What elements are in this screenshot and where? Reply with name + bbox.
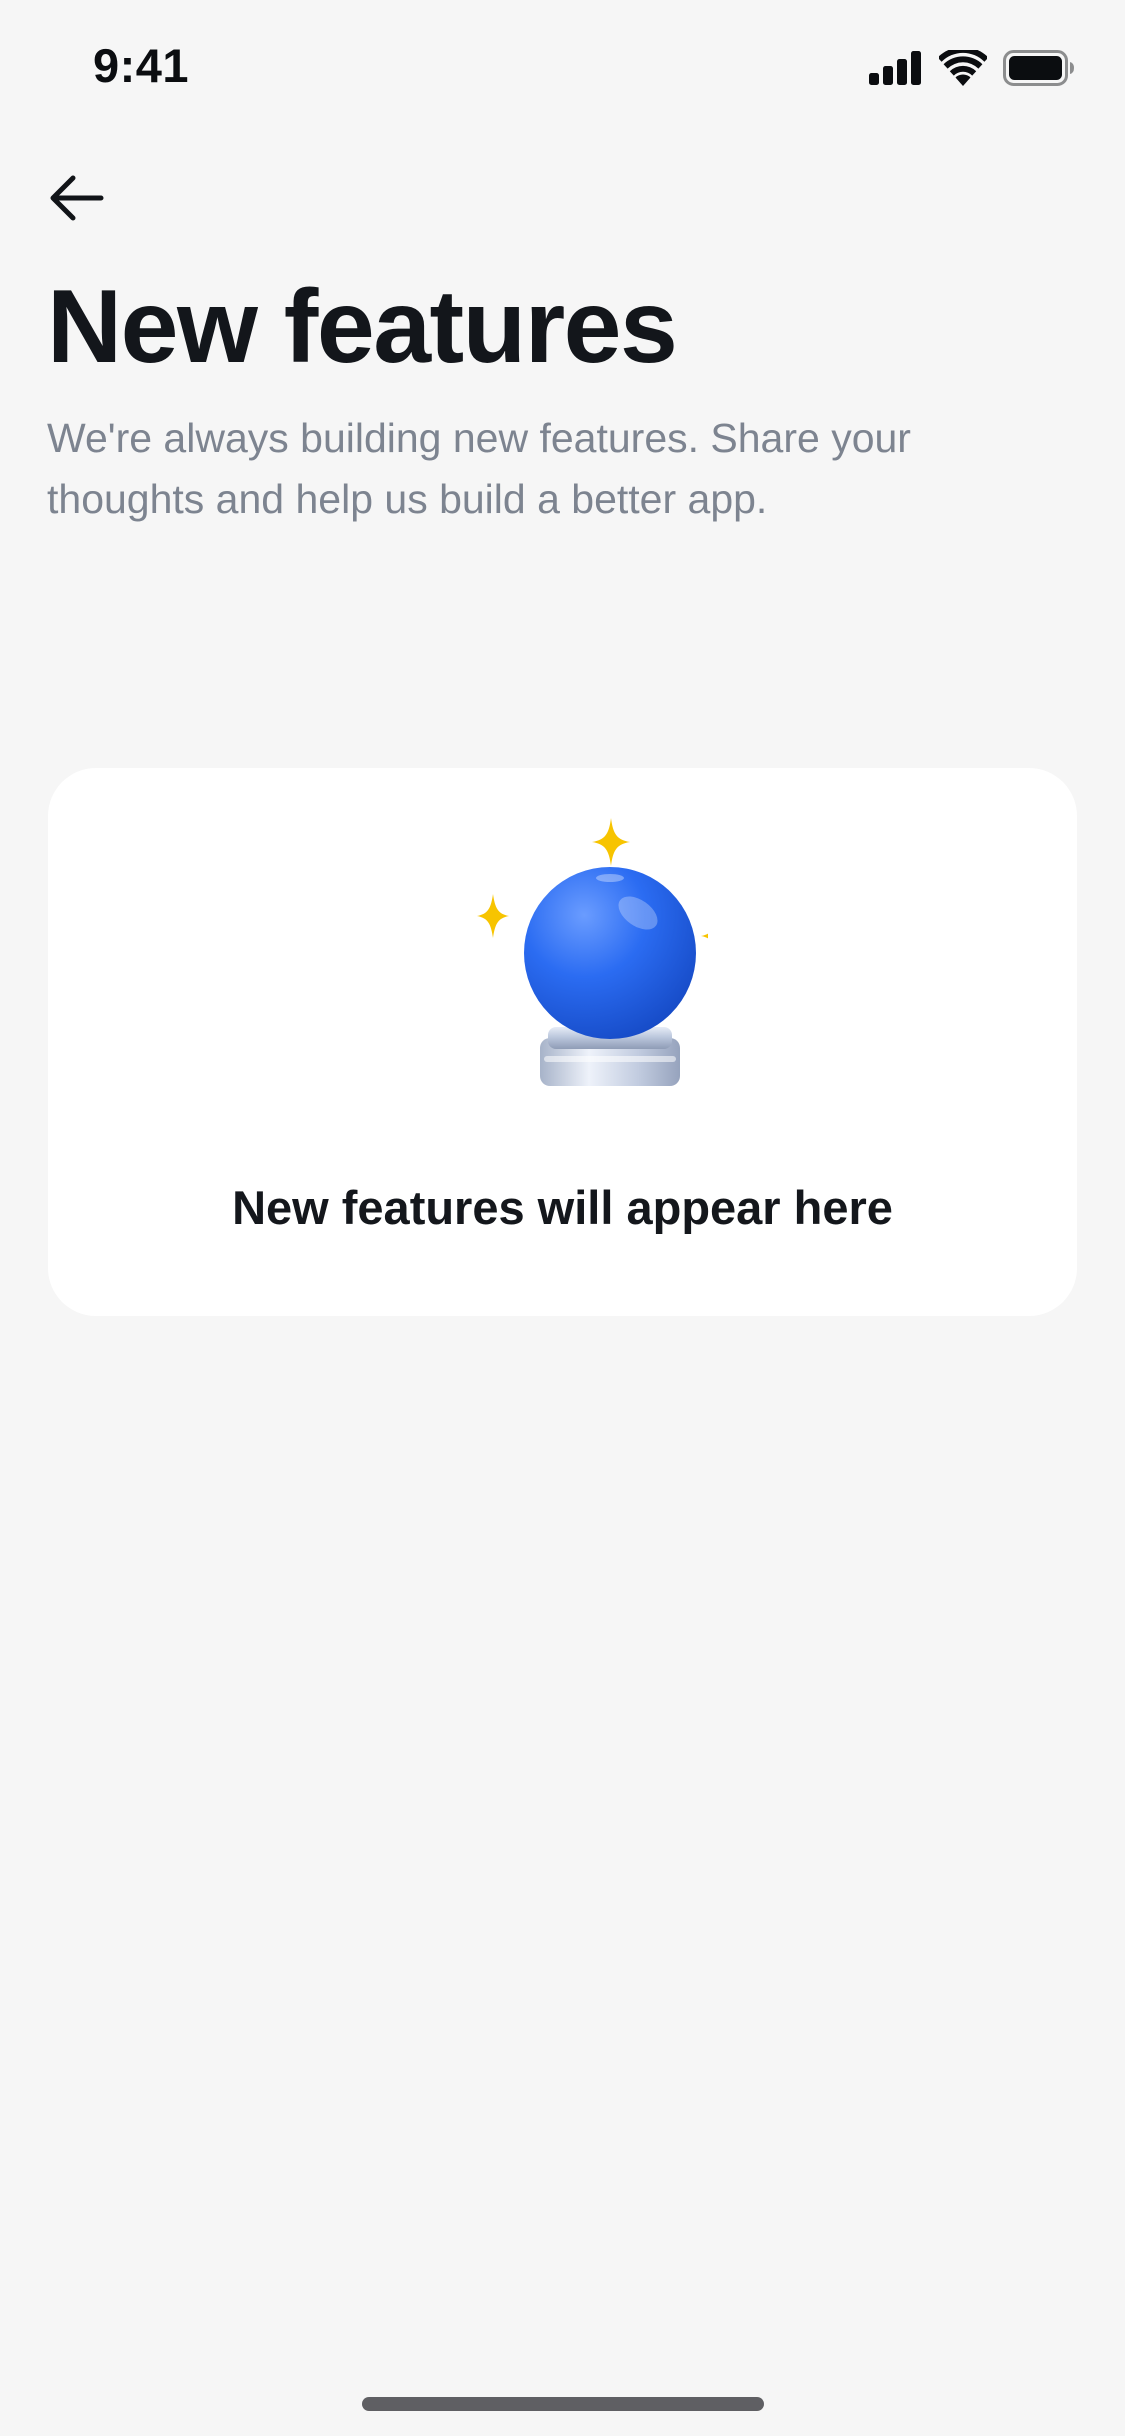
back-button[interactable] [40, 162, 112, 234]
empty-state-card: New features will appear here [48, 768, 1077, 1316]
battery-icon [1003, 50, 1074, 86]
status-time: 9:41 [93, 39, 190, 92]
status-bar: 9:41 [0, 0, 1125, 140]
crystal-ball-with-sparkles-icon [477, 818, 708, 1086]
page-title: New features [47, 269, 678, 385]
status-icons [869, 48, 1075, 88]
wifi-icon [939, 50, 987, 86]
cellular-signal-icon [869, 51, 921, 85]
page-subtitle: We're always building new features. Shar… [47, 415, 911, 522]
empty-state-message: New features will appear here [232, 1181, 893, 1234]
home-indicator [362, 2397, 764, 2411]
arrow-left-icon [50, 175, 104, 221]
